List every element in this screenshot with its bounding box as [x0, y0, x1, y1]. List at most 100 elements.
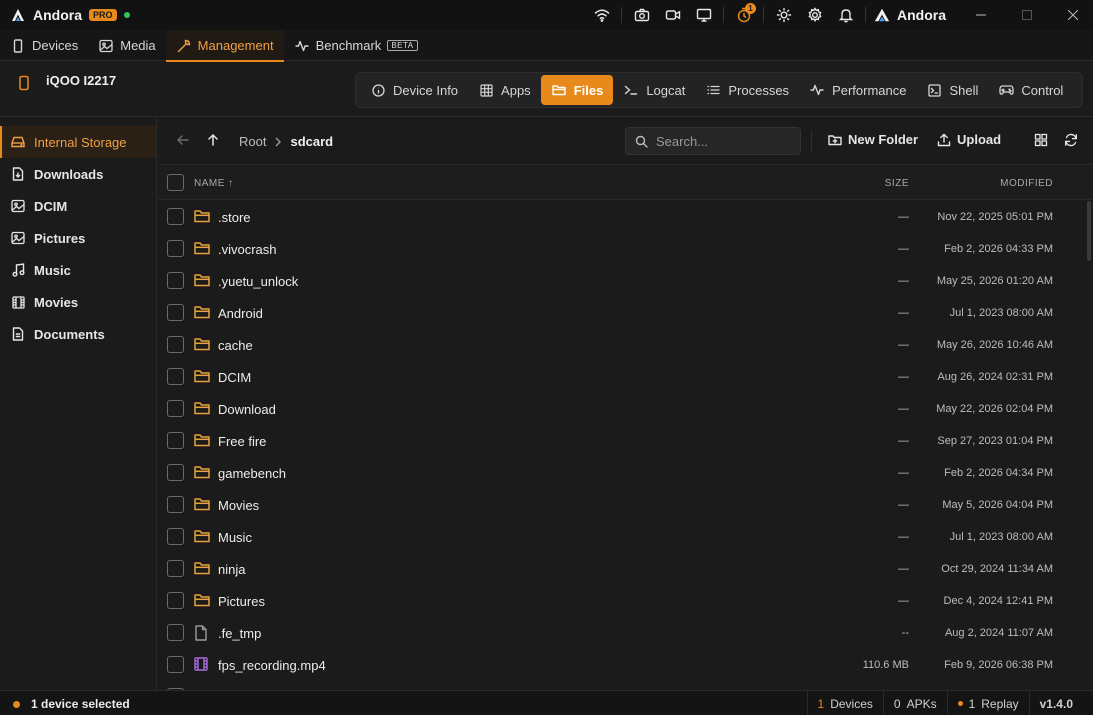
table-row[interactable]: gamebench — Feb 2, 2026 04:34 PM	[158, 457, 1093, 489]
sidebar-item-label: DCIM	[34, 198, 68, 214]
table-row[interactable]: .vivocrash — Feb 2, 2026 04:33 PM	[158, 233, 1093, 265]
refresh-icon[interactable]	[1064, 133, 1078, 147]
subtab-device-info[interactable]: Device Info	[360, 75, 468, 105]
video-record-icon[interactable]	[657, 0, 688, 30]
subtab-apps[interactable]: Apps	[468, 75, 541, 105]
sidebar-item-label: Internal Storage	[34, 134, 127, 150]
row-checkbox[interactable]	[167, 432, 184, 449]
row-checkbox[interactable]	[167, 208, 184, 225]
column-name-header[interactable]: NAME ↑	[194, 178, 234, 189]
subtab-shell[interactable]: Shell	[916, 75, 988, 105]
row-checkbox[interactable]	[167, 624, 184, 641]
close-icon[interactable]	[1050, 0, 1093, 30]
timer-notification-icon[interactable]: 1	[728, 0, 759, 30]
download-file-icon	[10, 166, 26, 182]
table-row[interactable]: Pictures — Dec 4, 2024 12:41 PM	[158, 585, 1093, 617]
devices-counter[interactable]: 1 Devices	[806, 691, 883, 715]
title-bar: Andora PRO 1 Andora	[0, 0, 1093, 30]
select-all-checkbox[interactable]	[167, 174, 184, 191]
upload-button[interactable]: Upload	[937, 132, 1001, 147]
sidebar-item-pictures[interactable]: Pictures	[0, 222, 156, 254]
subtab-label: Processes	[728, 82, 790, 98]
brightness-icon[interactable]	[768, 0, 799, 30]
file-modified: Dec 4, 2024 12:41 PM	[943, 595, 1053, 607]
column-modified-header[interactable]: MODIFIED	[1000, 178, 1053, 189]
scrollbar[interactable]	[1087, 201, 1091, 261]
table-row[interactable]: Music — Jul 1, 2023 08:00 AM	[158, 521, 1093, 553]
info-icon	[370, 82, 386, 98]
sidebar-item-label: Pictures	[34, 230, 86, 246]
management-subtabs: Device Info Apps Files Logcat Processes …	[355, 72, 1083, 108]
subtab-processes[interactable]: Processes	[695, 75, 799, 105]
file-name: .store	[218, 210, 251, 225]
music-icon	[10, 262, 26, 278]
row-checkbox[interactable]	[167, 272, 184, 289]
table-row[interactable]	[158, 681, 1093, 690]
subtab-files[interactable]: Files	[540, 75, 614, 105]
row-checkbox[interactable]	[167, 336, 184, 353]
file-name: .yuetu_unlock	[218, 274, 299, 289]
subtab-logcat[interactable]: Logcat	[613, 75, 695, 105]
camera-icon[interactable]	[626, 0, 657, 30]
maximize-icon[interactable]	[1004, 0, 1050, 30]
gear-icon[interactable]	[799, 0, 830, 30]
sidebar-item-downloads[interactable]: Downloads	[0, 158, 156, 190]
apks-count: 0	[893, 696, 901, 711]
tab-devices[interactable]: Devices	[0, 30, 88, 61]
bell-icon[interactable]	[830, 0, 861, 30]
minimize-icon[interactable]	[958, 0, 1004, 30]
tab-management[interactable]: Management	[165, 30, 284, 62]
table-row[interactable]: Android — Jul 1, 2023 08:00 AM	[158, 297, 1093, 329]
row-checkbox[interactable]	[167, 656, 184, 673]
file-modified: Aug 2, 2024 11:07 AM	[944, 627, 1053, 639]
sidebar-item-movies[interactable]: Movies	[0, 286, 156, 318]
table-row[interactable]: fps_recording.mp4 110.6 MB Feb 9, 2026 06:…	[158, 649, 1093, 681]
table-row[interactable]: Free fire — Sep 27, 2023 01:04 PM	[158, 425, 1093, 457]
replay-dot	[957, 701, 963, 706]
wifi-icon[interactable]	[586, 0, 617, 30]
table-row[interactable]: cache — May 26, 2026 10:46 AM	[158, 329, 1093, 361]
row-checkbox[interactable]	[167, 464, 184, 481]
column-size-header[interactable]: SIZE	[885, 178, 909, 189]
row-checkbox[interactable]	[167, 368, 184, 385]
replay-counter[interactable]: 1 Replay	[946, 691, 1029, 715]
row-checkbox[interactable]	[167, 560, 184, 577]
breadcrumb-root[interactable]: Root	[239, 134, 266, 149]
row-checkbox[interactable]	[167, 240, 184, 257]
row-checkbox[interactable]	[167, 528, 184, 545]
file-modified: Feb 9, 2026 06:38 PM	[944, 659, 1053, 671]
apks-counter[interactable]: 0 APKs	[882, 691, 947, 715]
row-checkbox[interactable]	[167, 304, 184, 321]
row-checkbox[interactable]	[167, 496, 184, 513]
file-size: —	[898, 403, 909, 415]
row-checkbox[interactable]	[167, 592, 184, 609]
table-row[interactable]: .yuetu_unlock — May 25, 2026 01:20 AM	[158, 265, 1093, 297]
subtab-control[interactable]: Control	[988, 75, 1073, 105]
sidebar-item-internal-storage[interactable]: Internal Storage	[0, 126, 156, 158]
sidebar-item-music[interactable]: Music	[0, 254, 156, 286]
sidebar-item-documents[interactable]: Documents	[0, 318, 156, 350]
table-row[interactable]: .store — Nov 22, 2025 05:01 PM	[158, 201, 1093, 233]
table-row[interactable]: ninja — Oct 29, 2024 11:34 AM	[158, 553, 1093, 585]
table-row[interactable]: DCIM — Aug 26, 2024 02:31 PM	[158, 361, 1093, 393]
file-modified: May 25, 2026 01:20 AM	[936, 275, 1053, 287]
table-row[interactable]: Movies — May 5, 2026 04:04 PM	[158, 489, 1093, 521]
grid-view-icon[interactable]	[1034, 133, 1048, 147]
tab-benchmark[interactable]: Benchmark BETA	[284, 30, 428, 61]
file-name: Free fire	[218, 434, 267, 449]
tab-media[interactable]: Media	[88, 30, 165, 61]
table-row[interactable]: .fe_tmp -- Aug 2, 2024 11:07 AM	[158, 617, 1093, 649]
back-arrow-icon[interactable]	[176, 133, 190, 147]
andora-logo-icon	[874, 7, 890, 23]
search-input[interactable]	[656, 133, 796, 149]
table-row[interactable]: Download — May 22, 2026 02:04 PM	[158, 393, 1093, 425]
sidebar-item-dcim[interactable]: DCIM	[0, 190, 156, 222]
devices-label: Devices	[830, 696, 873, 711]
up-arrow-icon[interactable]	[206, 133, 220, 147]
new-folder-label: New Folder	[848, 132, 919, 147]
new-folder-button[interactable]: New Folder	[828, 132, 918, 147]
monitor-icon[interactable]	[688, 0, 719, 30]
row-checkbox[interactable]	[167, 400, 184, 417]
brand-name: Andora	[897, 7, 946, 23]
subtab-performance[interactable]: Performance	[799, 75, 916, 105]
